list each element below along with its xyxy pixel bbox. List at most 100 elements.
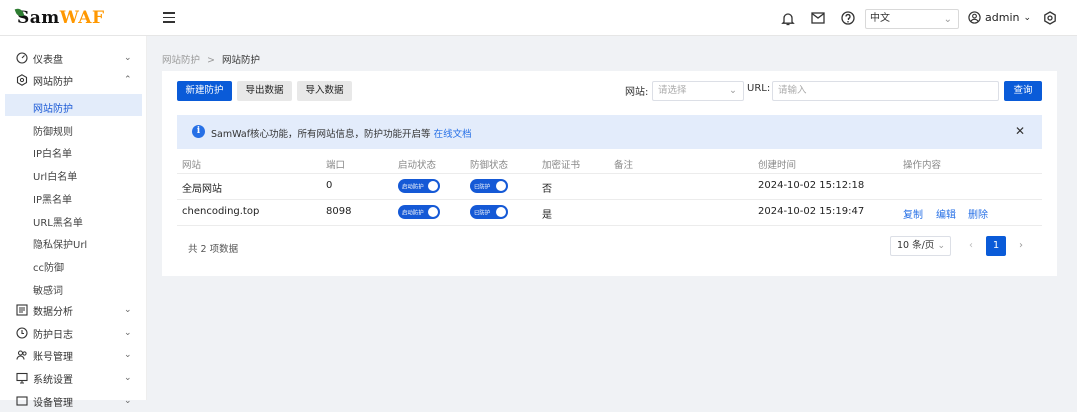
query-button[interactable]: 查询 [1004, 81, 1042, 101]
sidebar-subitem-cc-defense[interactable]: cc防御 [33, 259, 64, 274]
menu-toggle-icon[interactable] [163, 12, 175, 23]
system-icon [16, 372, 28, 384]
page-1-button[interactable]: 1 [986, 236, 1006, 256]
copy-link[interactable]: 复制 [903, 206, 923, 221]
divider [177, 173, 1042, 174]
active-highlight [5, 94, 142, 116]
sidebar: 仪表盘 ⌄ 网站防护 ⌃ 网站防护 防御规则 IP白名单 Url白名单 IP黑名… [0, 36, 147, 409]
defense-status-label: 已防护 [474, 183, 491, 191]
online-docs-link[interactable]: 在线文档 [434, 129, 472, 140]
url-input[interactable]: 请输入 [772, 81, 999, 101]
cell-created: 2024-10-02 15:12:18 [758, 180, 865, 191]
column-header-remark: 备注 [614, 160, 634, 171]
breadcrumb: 网站防护 > 网站防护 [162, 52, 260, 66]
logo-prefix: Sam [17, 8, 60, 28]
sidebar-item-account[interactable]: 账号管理 ⌄ [0, 344, 147, 366]
column-header-ssl: 加密证书 [542, 160, 581, 171]
sidebar-subitem-defense-rules[interactable]: 防御规则 [33, 123, 73, 138]
mail-icon[interactable] [810, 10, 826, 26]
start-status-label: 启动防护 [402, 209, 424, 217]
sidebar-item-label: 设备管理 [33, 397, 73, 409]
bell-icon[interactable] [780, 10, 796, 26]
cell-port: 0 [326, 180, 333, 191]
export-data-button[interactable]: 导出数据 [237, 81, 292, 101]
user-icon [968, 11, 981, 24]
column-header-actions: 操作内容 [903, 160, 942, 171]
username: admin [985, 11, 1020, 24]
column-header-port: 端口 [326, 160, 346, 171]
sidebar-item-label: 账号管理 [33, 351, 73, 363]
dashboard-icon [16, 52, 28, 64]
chevron-down-icon: ⌄ [124, 350, 132, 360]
page-size-select[interactable]: 10 条/页 ⌄ [890, 236, 951, 256]
sidebar-subitem-website-protection[interactable]: 网站防护 [33, 100, 73, 115]
import-data-button[interactable]: 导入数据 [297, 81, 352, 101]
breadcrumb-current: 网站防护 [222, 55, 261, 66]
chevron-down-icon: ⌄ [1023, 12, 1032, 23]
sidebar-subitem-sensitive-words[interactable]: 敏感词 [33, 282, 63, 297]
sidebar-item-label: 网站防护 [33, 76, 73, 88]
sidebar-item-label: 数据分析 [33, 306, 73, 318]
info-icon: i [192, 125, 205, 138]
cell-site: 全局网站 [182, 184, 222, 195]
log-icon [16, 327, 28, 339]
new-protection-button[interactable]: 新建防护 [177, 81, 232, 101]
total-count: 共 2 项数据 [188, 244, 239, 255]
settings-icon[interactable] [1042, 10, 1058, 26]
sidebar-item-device[interactable]: 设备管理 ⌄ [0, 390, 147, 412]
divider [177, 225, 1042, 226]
column-header-site: 网站 [182, 160, 202, 171]
alert-message: SamWaf核心功能，所有网站信息，防护功能开启等 [211, 129, 431, 140]
column-header-defense-status: 防御状态 [470, 160, 509, 171]
defense-status-label: 已防护 [474, 209, 491, 217]
sidebar-item-protection-log[interactable]: 防护日志 ⌄ [0, 322, 147, 344]
start-status-toggle[interactable]: 启动防护 [398, 205, 440, 219]
cell-port: 8098 [326, 206, 352, 217]
chevron-down-icon: ⌄ [124, 396, 132, 406]
edit-link[interactable]: 编辑 [936, 206, 956, 221]
breadcrumb-separator: > [207, 55, 216, 66]
chevron-down-icon: ⌄ [937, 241, 945, 251]
logo[interactable]: SamWAF [14, 6, 105, 30]
chevron-up-icon: ⌃ [124, 75, 132, 85]
info-alert: i SamWaf核心功能，所有网站信息，防护功能开启等 在线文档 ✕ [177, 115, 1042, 149]
chevron-down-icon: ⌄ [124, 305, 132, 315]
delete-link[interactable]: 删除 [968, 206, 988, 221]
device-icon [16, 396, 28, 406]
sidebar-subitem-ip-whitelist[interactable]: IP白名单 [33, 145, 72, 160]
page-size-value: 10 条/页 [897, 240, 935, 251]
sidebar-item-dashboard[interactable]: 仪表盘 ⌄ [0, 47, 147, 69]
sidebar-subitem-ip-blacklist[interactable]: IP黑名单 [33, 191, 72, 206]
url-input-placeholder: 请输入 [778, 85, 807, 96]
breadcrumb-parent[interactable]: 网站防护 [162, 55, 200, 66]
logo-suffix: WAF [59, 8, 105, 28]
defense-status-toggle[interactable]: 已防护 [470, 179, 508, 193]
site-select[interactable]: 请选择 ⌄ [652, 81, 744, 101]
next-page-button[interactable]: › [1011, 236, 1031, 256]
language-select[interactable]: 中文 ⌄ [865, 9, 959, 29]
cell-site: chencoding.top [182, 206, 260, 217]
chevron-down-icon: ⌄ [729, 85, 737, 96]
sidebar-subitem-url-blacklist[interactable]: URL黑名单 [33, 214, 83, 229]
help-icon[interactable] [840, 10, 856, 26]
users-icon [16, 350, 27, 360]
cell-created: 2024-10-02 15:19:47 [758, 206, 865, 217]
sidebar-subitem-privacy-url[interactable]: 隐私保护Url [33, 236, 87, 251]
user-menu[interactable]: admin ⌄ [968, 11, 1031, 24]
defense-status-toggle[interactable]: 已防护 [470, 205, 508, 219]
chevron-down-icon: ⌄ [124, 328, 132, 338]
chevron-down-icon: ⌄ [124, 53, 132, 63]
shield-icon [16, 74, 28, 86]
column-header-created: 创建时间 [758, 160, 797, 171]
sidebar-item-website-protection[interactable]: 网站防护 ⌃ [0, 69, 147, 91]
cell-ssl: 是 [542, 210, 552, 221]
sidebar-item-system-settings[interactable]: 系统设置 ⌄ [0, 367, 147, 389]
url-filter-label: URL: [747, 83, 771, 94]
sidebar-subitem-url-whitelist[interactable]: Url白名单 [33, 168, 77, 183]
cell-ssl: 否 [542, 184, 552, 195]
site-select-placeholder: 请选择 [658, 85, 687, 96]
start-status-toggle[interactable]: 启动防护 [398, 179, 440, 193]
close-icon[interactable]: ✕ [1015, 124, 1025, 138]
sidebar-item-data-analysis[interactable]: 数据分析 ⌄ [0, 299, 147, 321]
prev-page-button[interactable]: ‹ [961, 236, 981, 256]
